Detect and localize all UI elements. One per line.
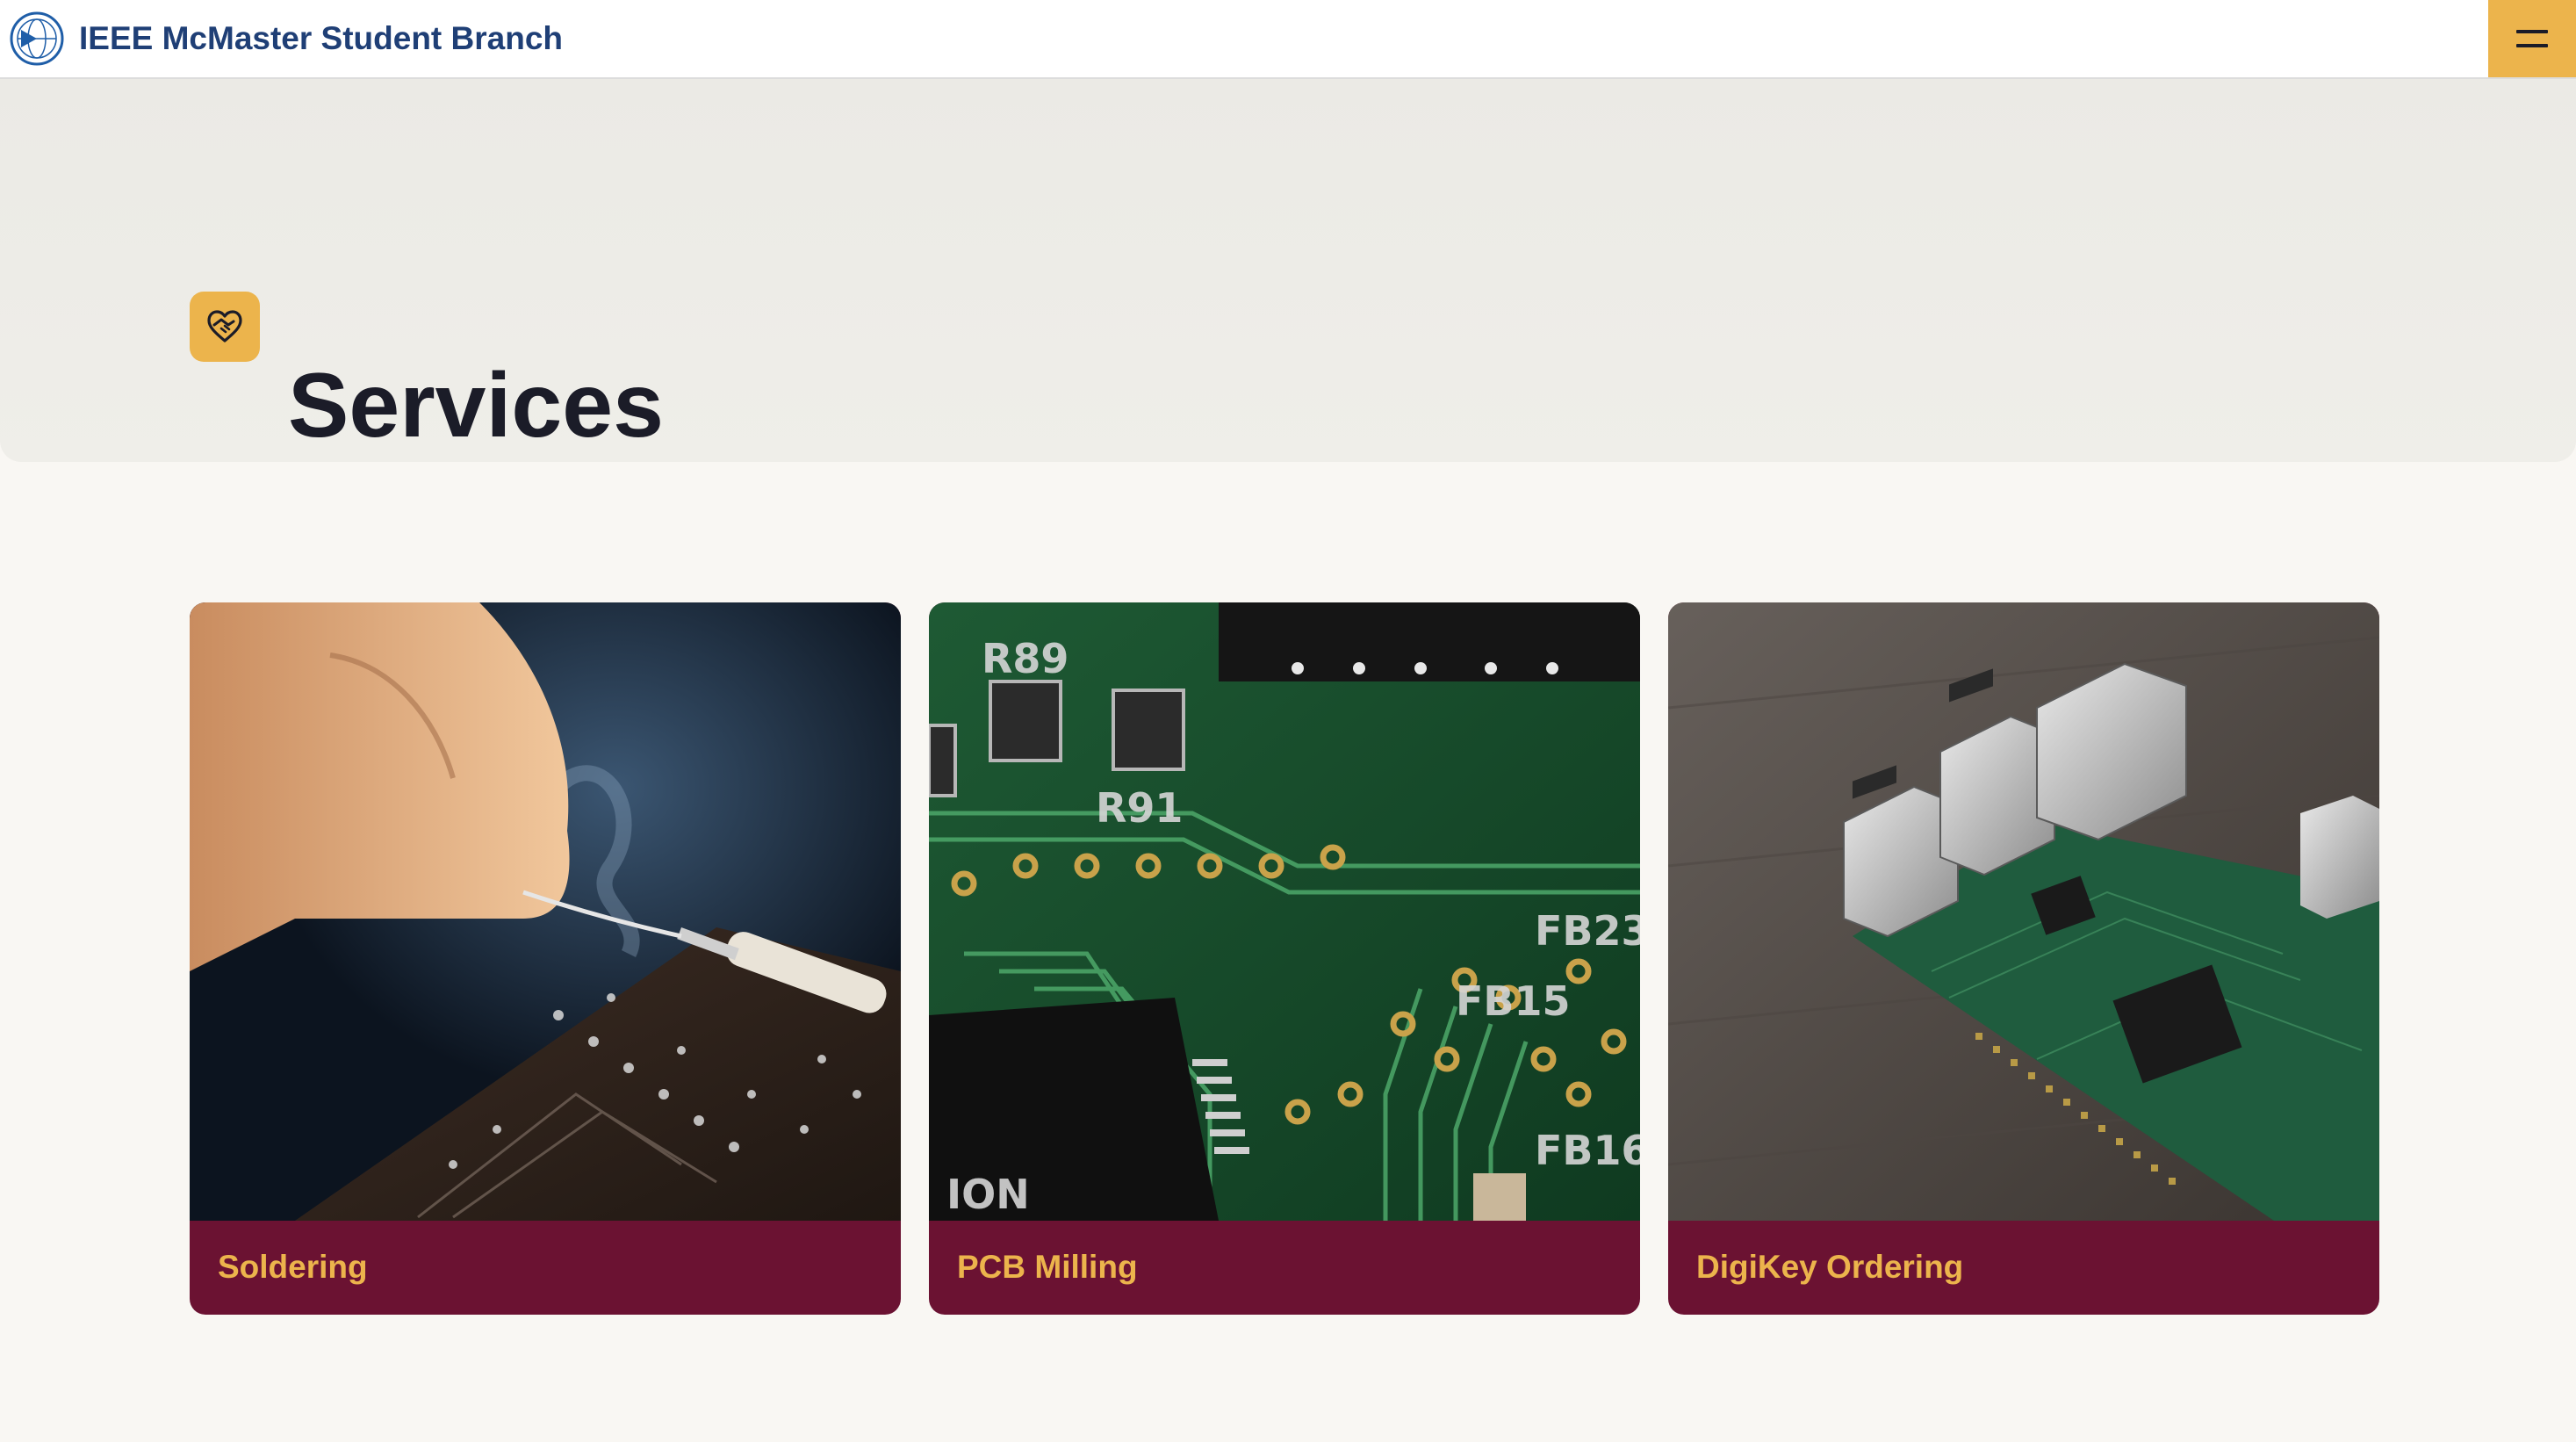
svg-text:FB15: FB15 (1456, 977, 1571, 1025)
site-title: IEEE McMaster Student Branch (79, 20, 564, 56)
brand-link[interactable]: IEEE McMaster Student Branch (9, 9, 563, 68)
service-card-digikey-ordering[interactable]: DigiKey Ordering (1668, 602, 2379, 1315)
hamburger-icon (2516, 30, 2548, 47)
menu-button[interactable] (2488, 0, 2576, 77)
soldering-photo (190, 602, 901, 1221)
service-card-soldering[interactable]: Soldering (190, 602, 901, 1315)
page-title: Services (288, 355, 664, 457)
services-badge (190, 292, 260, 362)
raspberry-pi-photo (1668, 602, 2379, 1221)
svg-text:FB16: FB16 (1535, 1127, 1640, 1174)
ieee-logo-icon (10, 11, 64, 66)
pcb-photo: FB23 FB15 FB16 R89 R91 ION (929, 602, 1640, 1221)
service-card-pcb-milling[interactable]: FB23 FB15 FB16 R89 R91 ION PCB Milling (929, 602, 1640, 1315)
service-label-soldering: Soldering (218, 1249, 368, 1285)
service-label-pcb-milling: PCB Milling (957, 1249, 1138, 1285)
svg-text:FB23: FB23 (1535, 907, 1640, 955)
service-label-digikey-ordering: DigiKey Ordering (1696, 1249, 1964, 1285)
heart-handshake-icon (207, 310, 242, 342)
svg-text:R89: R89 (982, 635, 1069, 682)
svg-text:R91: R91 (1096, 784, 1183, 832)
svg-text:ION: ION (946, 1171, 1030, 1218)
top-navbar: IEEE McMaster Student Branch (0, 0, 2576, 79)
page-header: Services (0, 79, 2576, 462)
